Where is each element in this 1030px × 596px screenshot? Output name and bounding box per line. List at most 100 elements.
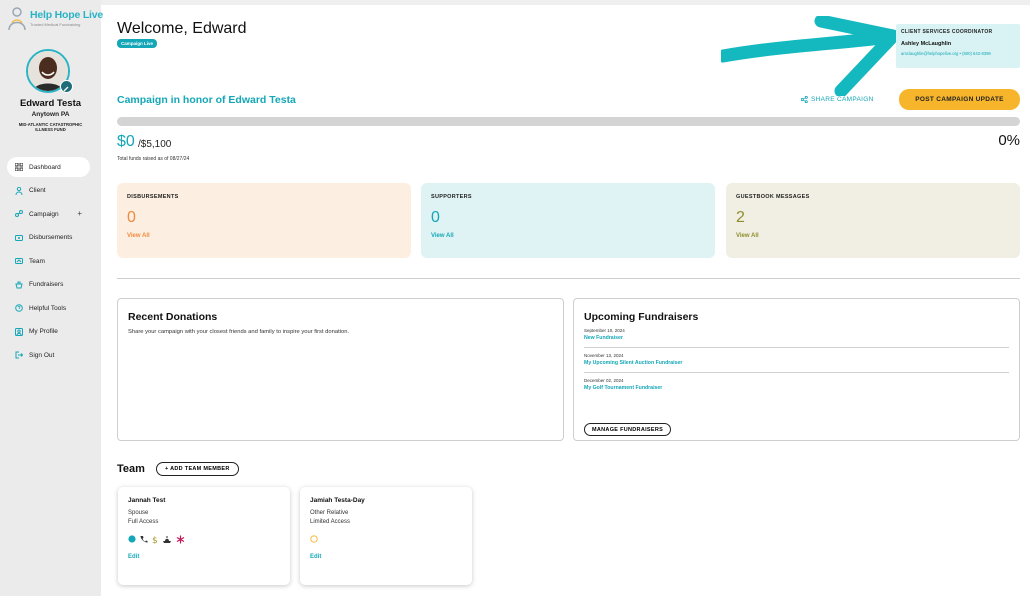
sidebar-item-label: Fundraisers <box>29 281 64 288</box>
dashboard-icon <box>15 163 23 171</box>
sidebar-item-disbursements[interactable]: Disbursements <box>7 228 90 248</box>
edit-avatar-icon[interactable] <box>60 80 73 93</box>
fundraiser-date: December 02, 2024 <box>584 378 624 383</box>
user-fund: MID-ATLANTIC CATASTROPHIC ILLNESS FUND <box>18 122 83 132</box>
sidebar-item-dashboard[interactable]: Dashboard <box>7 157 90 177</box>
fundraisers-icon <box>15 281 23 289</box>
section-divider <box>117 278 1020 279</box>
stat-heading: SUPPORTERS <box>431 194 472 200</box>
sidebar-item-my-profile[interactable]: My Profile <box>7 322 90 342</box>
stat-heading: DISBURSEMENTS <box>127 194 179 200</box>
post-campaign-update-button[interactable]: POST CAMPAIGN UPDATE <box>899 89 1020 110</box>
stat-value: 0 <box>431 209 440 226</box>
logo-icon <box>8 7 26 31</box>
raised-amount: $0 <box>117 133 135 150</box>
share-label: SHARE CAMPAIGN <box>811 96 874 103</box>
member-permission-icons: $ <box>128 534 280 544</box>
user-location: Anytown PA <box>31 111 70 118</box>
campaign-title[interactable]: Campaign in honor of Edward Testa <box>117 94 296 106</box>
team-member-card: Jamiah Testa-Day Other Relative Limited … <box>300 487 472 585</box>
member-permission-icons <box>310 534 462 544</box>
coordinator-name: Ashley McLaughlin <box>901 41 952 47</box>
sidebar-item-label: Client <box>29 187 46 194</box>
coordinator-card: CLIENT SERVICES COORDINATOR Ashley McLau… <box>896 24 1020 68</box>
logo[interactable]: Help Hope Live Trusted Medical Fundraisi… <box>6 6 103 34</box>
guestbook-card: GUESTBOOK MESSAGES 2 View All <box>726 183 1020 258</box>
sidebar-item-helpful-tools[interactable]: Helpful Tools <box>7 298 90 318</box>
sidebar: Help Hope Live Trusted Medical Fundraisi… <box>0 0 103 596</box>
share-campaign-button[interactable]: SHARE CAMPAIGN <box>801 96 874 103</box>
card-title: Recent Donations <box>128 311 218 323</box>
team-icon <box>15 257 23 265</box>
asterisk-icon <box>176 535 185 543</box>
sidebar-item-client[interactable]: Client <box>7 181 90 201</box>
sidebar-item-label: Helpful Tools <box>29 304 67 312</box>
view-all-link[interactable]: View All <box>736 233 1010 239</box>
fundraiser-link[interactable]: My Golf Tournament Fundraiser <box>584 385 1009 391</box>
svg-text:$: $ <box>152 536 158 544</box>
sidebar-item-label: Team <box>29 257 45 265</box>
fundraiser-date: September 10, 2024 <box>584 328 625 333</box>
status-circle-icon <box>310 535 318 543</box>
raised-note: Total funds raised as of 08/27/24 <box>117 156 190 162</box>
member-access: Limited Access <box>310 519 351 525</box>
dollar-icon: $ <box>152 536 158 544</box>
member-name: Jamiah Testa-Day <box>310 497 365 504</box>
sidebar-item-fundraisers[interactable]: Fundraisers <box>7 275 90 295</box>
manage-fundraisers-button[interactable]: MANAGE FUNDRAISERS <box>584 423 672 436</box>
campaign-icon <box>15 210 23 218</box>
progress-percent: 0% <box>998 132 1020 149</box>
arrow-icon <box>721 16 900 96</box>
fundraiser-list: September 10, 2024 New Fundraiser Novemb… <box>584 328 1009 397</box>
disbursements-icon <box>15 234 23 242</box>
top-strip <box>101 0 1030 5</box>
page-title: Welcome, Edward <box>117 20 247 37</box>
goal-amount: /$5,100 <box>138 139 172 150</box>
sidebar-item-label: My Profile <box>29 328 58 335</box>
edit-link[interactable]: Edit <box>310 554 462 560</box>
view-all-link[interactable]: View All <box>127 233 401 239</box>
phone-icon <box>140 536 148 543</box>
sidebar-nav: Dashboard Client Campaign + Disbursement… <box>7 157 90 369</box>
member-relation: Spouse <box>128 510 149 516</box>
share-icon <box>801 96 808 103</box>
card-title: Upcoming Fundraisers <box>584 311 699 323</box>
member-name: Jannah Test <box>128 497 166 504</box>
stat-heading: GUESTBOOK MESSAGES <box>736 194 810 200</box>
disbursements-card: DISBURSEMENTS 0 View All <box>117 183 411 258</box>
progress-bar <box>117 117 1020 126</box>
sidebar-item-team[interactable]: Team <box>7 251 90 271</box>
helpful-tools-icon <box>15 304 23 312</box>
coordinator-contact[interactable]: amclaughlin@helphopelive.org • (800) 642… <box>901 51 1015 56</box>
team-member-card: Jannah Test Spouse Full Access $ Edit <box>118 487 290 585</box>
sidebar-item-label: Campaign <box>29 210 59 218</box>
status-dot-icon <box>128 535 136 543</box>
expand-plus-icon[interactable]: + <box>77 209 82 218</box>
main-content: Welcome, Edward Campaign Live CLIENT SER… <box>101 0 1030 596</box>
list-item: September 10, 2024 New Fundraiser <box>584 328 1009 348</box>
status-badge: Campaign Live <box>117 39 158 48</box>
sidebar-item-sign-out[interactable]: Sign Out <box>7 345 90 365</box>
card-text: Share your campaign with your closest fr… <box>128 329 350 335</box>
member-access: Full Access <box>128 519 159 525</box>
profile-icon <box>15 327 23 336</box>
logo-text: Help Hope Live <box>30 9 104 21</box>
view-all-link[interactable]: View All <box>431 233 705 239</box>
member-relation: Other Relative <box>310 510 349 516</box>
edit-link[interactable]: Edit <box>128 554 280 560</box>
logo-tagline: Trusted Medical Fundraising <box>30 22 81 27</box>
stat-value: 2 <box>736 209 745 226</box>
sidebar-item-label: Sign Out <box>29 351 55 359</box>
supporters-card: SUPPORTERS 0 View All <box>421 183 715 258</box>
sign-out-icon <box>15 351 23 359</box>
sidebar-item-label: Disbursements <box>29 234 73 241</box>
fundraiser-link[interactable]: My Upcoming Silent Auction Fundraiser <box>584 360 1009 366</box>
coordinator-heading: CLIENT SERVICES COORDINATOR <box>901 29 993 35</box>
sidebar-item-campaign[interactable]: Campaign + <box>7 204 90 224</box>
add-team-member-button[interactable]: + ADD TEAM MEMBER <box>156 462 239 476</box>
fundraiser-link[interactable]: New Fundraiser <box>584 335 1009 341</box>
dessert-icon <box>163 535 171 543</box>
list-item: November 13, 2024 My Upcoming Silent Auc… <box>584 353 1009 373</box>
client-icon <box>15 186 23 195</box>
upcoming-fundraisers-card: Upcoming Fundraisers September 10, 2024 … <box>573 298 1020 441</box>
